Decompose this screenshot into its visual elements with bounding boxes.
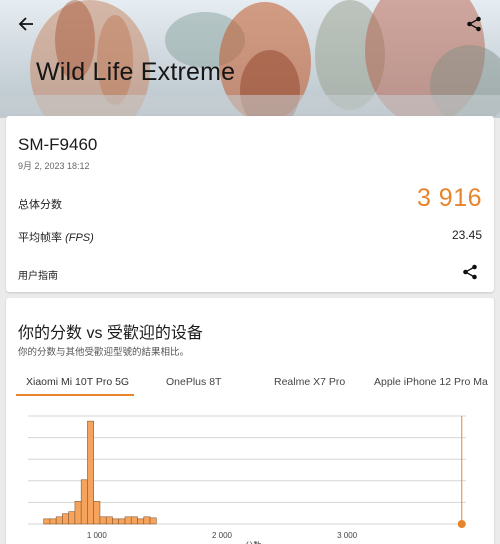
user-guide-link[interactable]: 用户指南 — [18, 267, 58, 282]
share-button-top[interactable] — [460, 10, 488, 38]
histogram-bar — [87, 420, 94, 525]
histogram-bar — [149, 517, 157, 525]
histogram-bar — [74, 501, 82, 525]
histogram-bar — [43, 518, 51, 525]
compare-card: 你的分数 vs 受歡迎的设备 你的分数与其他受歡迎型號的結果相比。 Xiaomi… — [6, 298, 494, 544]
back-button[interactable] — [12, 10, 40, 38]
page-title: Wild Life Extreme — [36, 58, 236, 86]
score-label: 总体分数 — [18, 199, 62, 211]
histogram-bar — [143, 516, 151, 525]
x-tick-label: 1 000 — [87, 531, 108, 540]
device-name: SM-F9460 — [18, 135, 98, 154]
histogram-bar — [80, 479, 88, 525]
histogram-bar — [55, 516, 63, 525]
histogram-bar — [112, 518, 120, 525]
score-distribution-chart: 1 000 2 000 3 000 分数 — [6, 406, 494, 544]
histogram-bar — [68, 511, 76, 525]
your-score-marker — [457, 520, 466, 528]
x-axis-label: 分数 — [245, 540, 261, 544]
tab-realme-x7-pro[interactable]: Realme X7 Pro — [274, 376, 345, 388]
score-value: 3 916 — [416, 184, 482, 212]
fps-label-text: 平均帧率 — [18, 232, 66, 244]
histogram-bar — [105, 516, 113, 525]
active-tab-indicator — [16, 394, 134, 396]
compare-title: 你的分数 vs 受歡迎的设备 — [18, 325, 203, 342]
arrow-left-icon — [18, 17, 33, 31]
histogram-bar — [118, 518, 126, 525]
histogram-bar — [62, 513, 69, 525]
benchmark-result-page: Wild Life Extreme SM-F9460 9月 2, 2023 18… — [0, 0, 500, 544]
tab-xiaomi-mi-10t-pro-5g[interactable]: Xiaomi Mi 10T Pro 5G — [26, 376, 129, 388]
score-card: SM-F9460 9月 2, 2023 18:12 总体分数 3 916 平均帧… — [6, 116, 494, 292]
tab-oneplus-8t[interactable]: OnePlus 8T — [166, 376, 221, 388]
chart-svg: 1 000 2 000 3 000 分数 — [28, 415, 466, 544]
device-tabs: Xiaomi Mi 10T Pro 5G OnePlus 8T Realme X… — [6, 370, 494, 398]
x-tick-label: 2 000 — [212, 531, 233, 540]
hero-banner: Wild Life Extreme — [0, 0, 500, 118]
x-tick-label: 3 000 — [337, 531, 358, 540]
histogram-bar — [99, 516, 107, 525]
fps-value: 23.45 — [451, 228, 482, 242]
test-datetime: 9月 2, 2023 18:12 — [18, 161, 90, 171]
share-button[interactable] — [462, 264, 480, 282]
fps-label-unit: (FPS) — [65, 232, 94, 244]
share-icon — [463, 264, 477, 280]
histogram-bar — [130, 516, 138, 525]
fps-label: 平均帧率 (FPS) — [18, 229, 94, 245]
histogram-bar — [49, 518, 57, 525]
share-icon — [467, 16, 481, 32]
histogram-bar — [93, 501, 101, 525]
histogram-bar — [124, 516, 132, 525]
histogram-bar — [137, 518, 145, 525]
tab-apple-iphone-12-pro[interactable]: Apple iPhone 12 Pro Ma — [374, 376, 488, 388]
compare-subtitle: 你的分数与其他受歡迎型號的結果相比。 — [18, 347, 190, 358]
